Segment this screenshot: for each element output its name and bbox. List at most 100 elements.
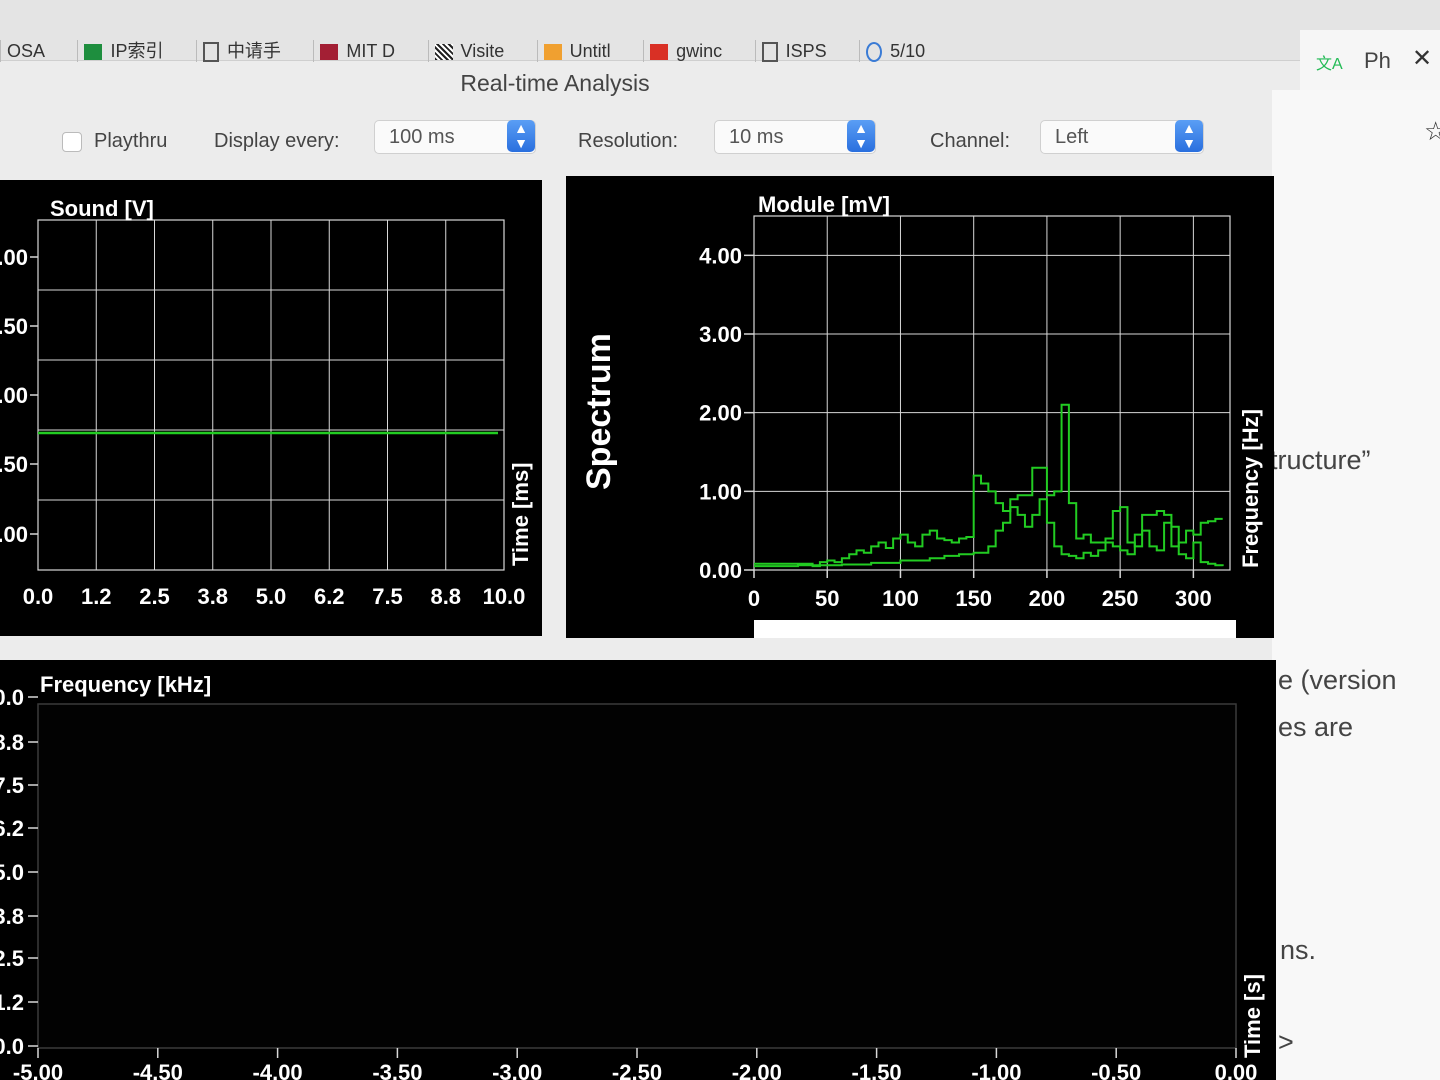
browser-tab[interactable]: 中请手 [195,40,281,63]
x-tick-label: -0.50 [1091,1060,1141,1080]
spectrogram-area [37,703,1237,1049]
chart-title: Sound [V] [50,196,154,221]
y-tick-label: 0.00 [699,558,742,583]
channel-label: Channel: [930,130,1011,152]
y-tick-label: 6.2 [0,816,24,841]
x-tick-label: 50 [815,586,839,611]
y-tick-label: 0.0 [0,685,24,710]
page-text: e (version [1278,665,1397,695]
y-tick-label: .00 [0,245,28,270]
y-tick-label: 8.8 [0,730,24,755]
stepper-arrows-icon: ▲ ▼ [507,120,535,152]
x-tick-label: 250 [1102,586,1139,611]
spectrum-panel: 0 50 100 150 200 250 300 4.00 3.00 2.00 1.00 0.00 Mo… [566,176,1274,638]
x-tick-label: -3.50 [372,1060,422,1080]
x-tick-label: 0.0 [23,584,54,609]
stepper-arrows-icon: ▲ ▼ [847,120,875,152]
y-tick-label: 0.0 [0,1034,24,1059]
spectrum-trace [754,498,1224,567]
window-title: Real-time Analysis [460,70,650,96]
x-tick-label: 10.0 [483,584,526,609]
channel-value: Left [1055,126,1089,148]
y-tick-label: 4.00 [699,243,742,268]
axis-label: Frequency [Hz] [1238,409,1263,568]
x-tick-label: -2.50 [612,1060,662,1080]
bookmark-star-icon[interactable]: ☆ [1424,116,1440,147]
page-text: tructure” [1270,445,1371,475]
x-tick-label: -5.00 [13,1060,63,1080]
y-tick-label: 1.2 [0,990,24,1015]
browser-tab[interactable]: IP索引 [77,40,163,62]
x-tick-label: -1.00 [971,1060,1021,1080]
x-tick-label: -4.00 [253,1060,303,1080]
y-tick-label: 2.00 [699,401,742,426]
y-tick-label: .50 [0,452,28,477]
page-text: ns. [1280,935,1317,965]
browser-tabbar: OSA IP索引 中请手 MIT D Visite Untitl gwinc I… [0,0,1440,64]
browser-tab[interactable]: gwinc [643,40,722,62]
x-tick-label: -3.00 [492,1060,542,1080]
browser-tabs: OSA IP索引 中请手 MIT D Visite Untitl gwinc I… [0,40,1300,64]
display-every-label: Display every: [214,130,340,152]
y-tick-label: .00 [0,383,28,408]
page-text: es are [1278,712,1354,742]
resolution-select[interactable]: 10 ms ▲ ▼ [714,120,876,154]
stripes-icon [434,44,453,61]
x-tick-label: 100 [882,586,919,611]
sheet-icon [84,44,103,61]
browser-active-tab[interactable]: 文A Ph ✕ [1300,30,1440,90]
playthru-label: Playthru [94,130,168,152]
translate-icon: 文A [1316,56,1343,73]
scroll-area [754,620,1236,638]
x-tick-label: 7.5 [372,584,403,609]
channel-select[interactable]: Left ▲ ▼ [1040,120,1204,154]
x-tick-label: -2.00 [732,1060,782,1080]
spectrum-chart: 0 50 100 150 200 250 3004.003.002.001.000.00Mo… [580,192,1263,638]
spectrogram-chart: 0.08.87.56.25.03.82.51.20.0-5.00-4.50-4.… [0,672,1265,1080]
axis-label: Time [s] [1240,974,1265,1058]
y-tick-label: 3.8 [0,904,24,929]
x-tick-label: 8.8 [430,584,461,609]
playthru-checkbox[interactable] [62,132,82,152]
x-tick-label: 5.0 [256,584,287,609]
browser-tab[interactable]: MIT D [313,40,395,62]
browser-tab[interactable]: Visite [427,40,504,62]
x-tick-label: -1.50 [852,1060,902,1080]
refresh-icon [866,42,883,63]
document-icon [761,42,778,63]
display-every-select[interactable]: 100 ms ▲ ▼ [374,120,536,154]
x-tick-label: 2.5 [139,584,170,609]
x-tick-label: 200 [1029,586,1066,611]
web-page: tructure” e (version es are ns. > [1270,90,1440,1080]
close-icon[interactable]: ✕ [1412,44,1432,73]
y-tick-label: 2.5 [0,946,24,971]
chart-title: Module [mV] [758,192,890,217]
sound-panel: 0.0 1.2 2.5 3.8 5.0 6.2 7.5 8.8 10.0 .00 .50 .00 .50… [0,180,542,636]
browser-tab[interactable]: ISPS [754,40,827,63]
spectrum-side-label: Spectrum [580,333,618,490]
y-tick-label: .50 [0,314,28,339]
mit-logo-icon [320,44,339,61]
folder-icon [543,44,562,61]
spectrum-trace [754,403,1223,568]
y-tick-label: 5.0 [0,860,24,885]
browser-tab[interactable]: 5/10 [859,40,925,63]
chart-title: Frequency [kHz] [40,672,211,697]
x-tick-label: 300 [1175,586,1212,611]
tab-title: Ph [1364,48,1391,73]
y-tick-label: 7.5 [0,773,24,798]
spectrogram-panel: 0.08.87.56.25.03.82.51.20.0-5.00-4.50-4.… [0,660,1276,1080]
y-tick-label: .00 [0,522,28,547]
stepper-arrows-icon: ▲ ▼ [1175,120,1203,152]
x-tick-label: 3.8 [197,584,228,609]
browser-tab[interactable]: OSA [0,40,45,62]
x-tick-label: 6.2 [314,584,345,609]
browser-tab[interactable]: Untitl [536,40,611,62]
x-tick-label: 0.00 [1215,1060,1258,1080]
resolution-label: Resolution: [578,130,679,152]
gmail-icon [650,44,669,61]
plot-frame [753,215,1231,571]
sound-chart: 0.0 1.2 2.5 3.8 5.0 6.2 7.5 8.8 10.0 .00 .50 .00 .50… [0,196,533,609]
x-tick-label: -4.50 [133,1060,183,1080]
document-icon [202,42,219,63]
